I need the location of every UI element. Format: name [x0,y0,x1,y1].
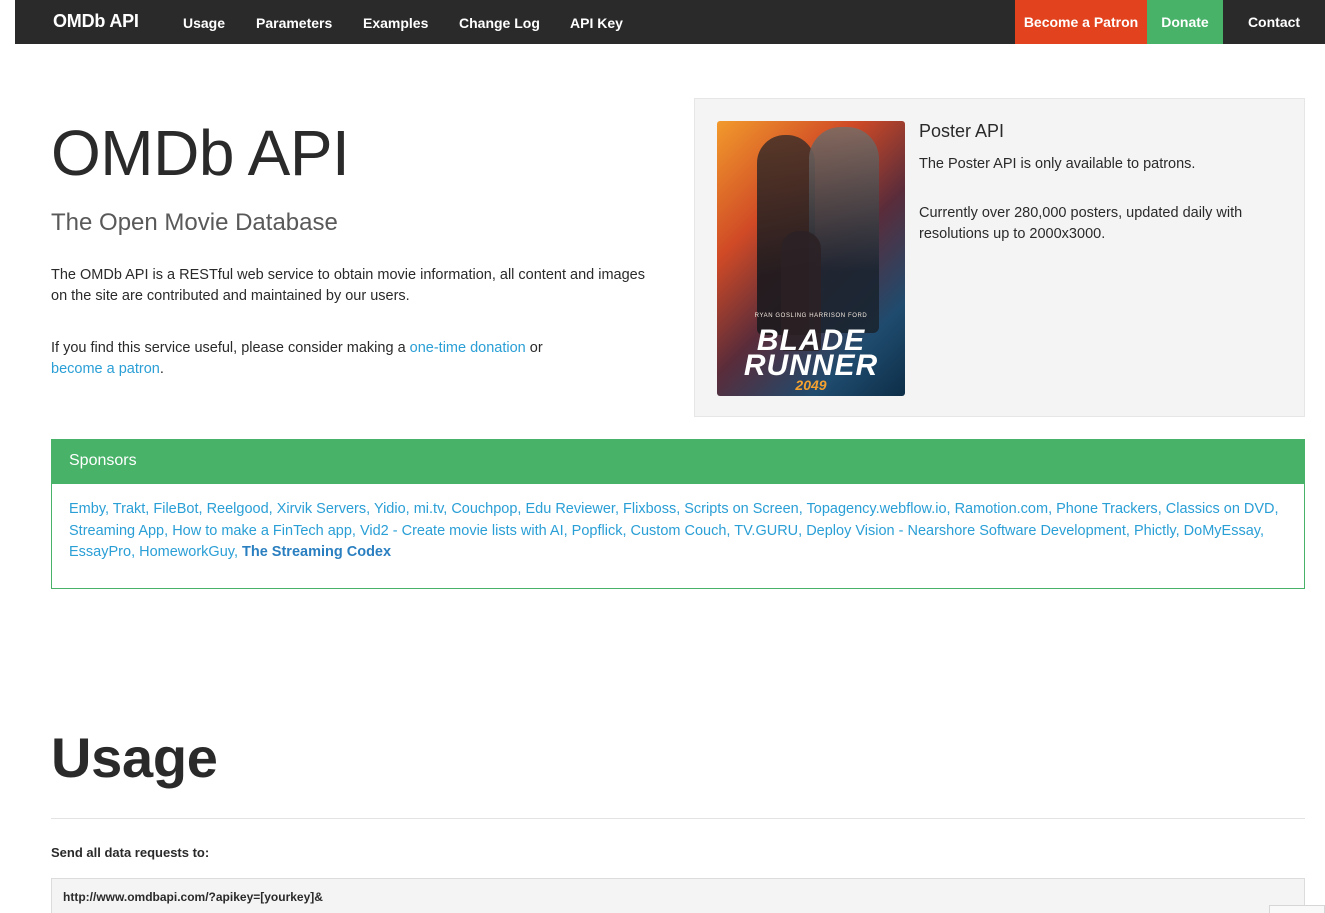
poster-year: 2049 [795,377,827,393]
poster-api-availability: The Poster API is only available to patr… [919,156,1196,172]
support-text-prefix: If you find this service useful, please … [51,340,410,356]
sponsor-link[interactable]: DoMyEssay [1184,523,1260,539]
poster-api-title: Poster API [919,121,1005,141]
sponsor-link[interactable]: Emby [69,501,105,517]
sponsor-link[interactable]: Ramotion.com [955,501,1048,517]
one-time-donation-link[interactable]: one-time donation [410,340,526,356]
sponsor-link[interactable]: Classics on DVD [1166,501,1275,517]
sponsor-separator: , [614,501,624,517]
sponsor-link[interactable]: How to make a FinTech app [172,523,352,539]
sponsors-panel: Sponsors Emby, Trakt, FileBot, Reelgood,… [51,439,1305,589]
sponsor-separator: , [198,501,207,517]
nav-link-parameters[interactable]: Parameters [256,15,332,31]
sponsor-link[interactable]: Couchpop [451,501,517,517]
sponsor-separator: , [268,501,277,517]
sponsor-link[interactable]: Scripts on Screen [684,501,798,517]
page-title: OMDb API [51,117,350,189]
sponsor-separator: , [798,501,807,517]
sponsor-separator: , [366,501,374,517]
contact-button[interactable]: Contact [1223,0,1325,44]
top-navbar: OMDb API Usage Parameters Examples Chang… [15,0,1325,44]
sponsor-separator: , [798,522,807,539]
donate-button[interactable]: Donate [1147,0,1223,44]
sponsor-link[interactable]: Vid2 - Create movie lists with AI [360,523,564,539]
sponsor-separator: , [1274,501,1279,517]
api-url-code-block: http://www.omdbapi.com/?apikey=[yourkey]… [51,878,1305,913]
sponsor-link[interactable]: Trakt [113,501,146,517]
sponsor-separator: , [233,544,242,560]
corner-widget[interactable] [1269,905,1325,913]
poster-actor-names: RYAN GOSLING HARRISON FORD [754,313,868,319]
sponsor-link[interactable]: Popflick [572,523,623,539]
poster-api-stats: Currently over 280,000 posters, updated … [919,205,1243,242]
sponsor-link[interactable]: Deploy Vision - Nearshore Software Devel… [806,523,1126,539]
brand-link[interactable]: OMDb API [53,11,139,32]
sponsor-link[interactable]: Flixboss [623,501,676,517]
sponsor-separator: , [622,522,631,539]
sponsor-separator: , [1048,501,1057,517]
nav-link-examples[interactable]: Examples [363,15,428,31]
sponsor-separator: , [164,522,173,539]
usage-heading: Usage [51,726,218,789]
sponsor-link[interactable]: mi.tv [414,501,444,517]
sponsor-link[interactable]: EssayPro [69,544,131,560]
sponsor-link[interactable]: TV.GURU [734,523,798,539]
sponsor-link[interactable]: Phictly [1134,523,1176,539]
become-patron-link[interactable]: become a patron [51,361,160,377]
usage-label: Send all data requests to: [51,845,210,860]
nav-link-change-log[interactable]: Change Log [459,15,540,31]
sponsor-link[interactable]: Streaming App [69,523,164,539]
sponsor-separator: , [1259,522,1264,539]
nav-link-usage[interactable]: Usage [183,15,225,31]
sponsor-link[interactable]: Reelgood [207,501,269,517]
sponsor-link[interactable]: HomeworkGuy [139,544,234,560]
support-text-middle: or [525,340,543,356]
support-paragraph: If you find this service useful, please … [51,338,651,380]
become-patron-button[interactable]: Become a Patron [1015,0,1147,44]
intro-paragraph: The OMDb API is a RESTful web service to… [51,267,645,304]
sponsor-separator: , [405,501,414,517]
sponsor-separator: , [946,501,955,517]
sponsor-link[interactable]: Xirvik Servers [277,501,366,517]
sponsor-separator: , [1157,501,1166,517]
nav-link-api-key[interactable]: API Key [570,15,623,31]
sponsor-link[interactable]: Custom Couch [631,523,727,539]
movie-poster-image: RYAN GOSLING HARRISON FORD BLADE RUNNER … [717,121,905,396]
page-subtitle: The Open Movie Database [51,209,338,236]
sponsor-separator: , [1125,522,1134,539]
poster-api-card: RYAN GOSLING HARRISON FORD BLADE RUNNER … [694,98,1305,417]
section-divider [51,818,1305,819]
sponsors-heading: Sponsors [52,440,1304,484]
sponsor-link[interactable]: Phone Trackers [1056,501,1158,517]
sponsor-separator: , [105,501,113,517]
sponsor-link[interactable]: Topagency.webflow.io [807,501,947,517]
sponsor-link[interactable]: Yidio [374,501,406,517]
sponsor-separator: , [563,522,572,539]
sponsor-link-featured[interactable]: The Streaming Codex [242,544,391,560]
sponsor-separator: , [351,522,360,539]
sponsor-separator: , [1175,522,1184,539]
sponsor-link[interactable]: FileBot [153,501,198,517]
sponsor-link[interactable]: Edu Reviewer [525,501,614,517]
sponsor-separator: , [131,544,140,560]
support-text-suffix: . [159,361,164,377]
sponsors-list: Emby, Trakt, FileBot, Reelgood, Xirvik S… [52,484,1304,564]
